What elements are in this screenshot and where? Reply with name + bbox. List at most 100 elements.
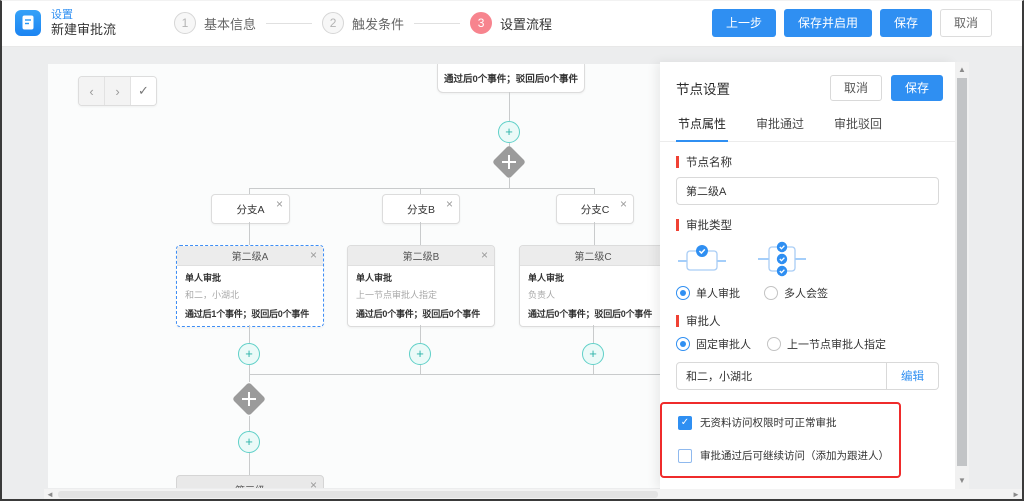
node-name-input[interactable]	[676, 177, 939, 205]
close-icon[interactable]: ×	[620, 198, 627, 210]
panel-body: 节点名称 审批类型	[660, 154, 955, 489]
header: 设置 新建审批流 1 基本信息 2 触发条件 3 设置流程 上一步 保存并启用 …	[2, 1, 1022, 45]
step-set-flow[interactable]: 3 设置流程	[470, 12, 552, 34]
edit-approver-button[interactable]: 编辑	[887, 362, 939, 390]
card-events: 通过后0个事件；驳回后0个事件	[528, 307, 658, 320]
tab-node-properties[interactable]: 节点属性	[676, 110, 728, 142]
close-icon[interactable]: ×	[310, 479, 317, 488]
approver-input[interactable]	[676, 362, 887, 390]
panel-tabs: 节点属性 审批通过 审批驳回	[660, 110, 955, 142]
branch-node-b[interactable]: 分支B ×	[382, 194, 460, 224]
step-number: 1	[174, 12, 196, 34]
scroll-up-icon[interactable]: ▲	[955, 63, 969, 77]
page-title: 新建审批流	[51, 23, 116, 37]
radio-icon	[676, 337, 690, 351]
add-branch-diamond-button[interactable]	[492, 145, 526, 179]
scrollbar-thumb[interactable]	[957, 78, 967, 466]
multi-countersign-icon[interactable]	[758, 241, 806, 277]
scroll-down-icon[interactable]: ▼	[955, 474, 969, 488]
card-header: 第二级C	[520, 246, 660, 266]
approve-type-label: 审批类型	[676, 217, 939, 233]
tab-approval-reject[interactable]: 审批驳回	[832, 110, 884, 141]
step-connector	[414, 23, 460, 24]
step-label: 基本信息	[204, 14, 256, 33]
connector-line	[249, 375, 250, 382]
checkbox-unchecked-icon	[678, 449, 692, 463]
card-events: 通过后1个事件；驳回后0个事件	[185, 307, 315, 320]
step-trigger-condition[interactable]: 2 触发条件	[322, 12, 404, 34]
panel-scrollbar[interactable]: ▲ ▼	[955, 62, 969, 489]
radio-previous-node-approver[interactable]: 上一节点审批人指定	[767, 336, 886, 352]
connector-line	[249, 222, 250, 245]
breadcrumb: 设置	[51, 9, 116, 21]
top-node-events[interactable]: 通过后0个事件；驳回后0个事件	[437, 64, 585, 93]
close-icon[interactable]: ×	[481, 249, 488, 261]
save-and-enable-button[interactable]: 保存并启用	[784, 9, 872, 37]
card-assignee: 负责人	[528, 288, 658, 301]
checkbox-no-access-approve[interactable]: ✓ 无资料访问权限时可正常审批	[678, 415, 889, 430]
scroll-right-icon[interactable]: ►	[1010, 489, 1022, 500]
connector-line	[509, 92, 510, 121]
radio-multi-countersign[interactable]: 多人会签	[764, 285, 828, 301]
add-node-button[interactable]: +	[409, 343, 431, 365]
main-area: ‹ › ✓ 通过后0个事件；驳回后0个事件 + 分支A ×	[2, 46, 1022, 499]
flow-canvas[interactable]: ‹ › ✓ 通过后0个事件；驳回后0个事件 + 分支A ×	[48, 64, 660, 488]
add-node-button[interactable]: +	[238, 431, 260, 453]
branch-label: 分支B	[407, 202, 435, 217]
stepper: 1 基本信息 2 触发条件 3 设置流程	[174, 12, 552, 34]
connector-line	[593, 325, 594, 343]
panel-save-button[interactable]: 保存	[891, 75, 943, 101]
required-marker	[676, 156, 679, 168]
branch-split-line	[249, 188, 595, 189]
scroll-left-icon[interactable]: ◄	[44, 489, 56, 500]
app-logo-icon	[15, 10, 41, 36]
validate-button[interactable]: ✓	[131, 77, 156, 105]
scrollbar-thumb[interactable]	[58, 491, 658, 498]
merge-line	[249, 374, 660, 375]
level3-node[interactable]: 第三级 ×	[176, 475, 324, 488]
card-title: 第二级A	[232, 248, 269, 263]
card-type: 单人审批	[356, 271, 486, 284]
card-title: 第二级C	[574, 248, 611, 263]
approver-options: 固定审批人 上一节点审批人指定	[676, 336, 939, 352]
card-assignee: 上一节点审批人指定	[356, 288, 486, 301]
cancel-button[interactable]: 取消	[940, 9, 992, 37]
add-node-button[interactable]: +	[582, 343, 604, 365]
close-icon[interactable]: ×	[276, 198, 283, 210]
approval-card-b[interactable]: 第二级B × 单人审批 上一节点审批人指定 通过后0个事件；驳回后0个事件	[347, 245, 495, 327]
step-number: 2	[322, 12, 344, 34]
branch-node-a[interactable]: 分支A ×	[211, 194, 290, 224]
panel-cancel-button[interactable]: 取消	[830, 75, 882, 101]
close-icon[interactable]: ×	[446, 198, 453, 210]
single-approval-icon[interactable]	[678, 241, 726, 277]
connector-line	[420, 325, 421, 343]
node-settings-panel: 节点设置 取消 保存 节点属性 审批通过 审批驳回 节点名称 审批类型	[660, 62, 955, 489]
panel-title: 节点设置	[676, 78, 830, 98]
card-body: 单人审批 负责人 通过后0个事件；驳回后0个事件	[520, 266, 660, 325]
canvas-toolbar: ‹ › ✓	[78, 76, 157, 106]
radio-fixed-approver[interactable]: 固定审批人	[676, 336, 751, 352]
checkbox-continue-access[interactable]: 审批通过后可继续访问（添加为跟进人）	[678, 448, 889, 463]
card-type: 单人审批	[185, 271, 315, 284]
approve-type-options: 单人审批 多人会签	[676, 285, 939, 301]
approval-card-a[interactable]: 第二级A × 单人审批 和二，小湖北 通过后1个事件；驳回后0个事件	[176, 245, 324, 327]
approve-type-icons	[678, 241, 939, 277]
undo-button[interactable]: ‹	[79, 77, 105, 105]
step-label: 触发条件	[352, 14, 404, 33]
radio-single-approval[interactable]: 单人审批	[676, 285, 740, 301]
approver-label: 审批人	[676, 313, 939, 329]
step-basic-info[interactable]: 1 基本信息	[174, 12, 256, 34]
prev-step-button[interactable]: 上一步	[712, 9, 776, 37]
add-node-button[interactable]: +	[498, 121, 520, 143]
required-marker	[676, 315, 679, 327]
add-branch-diamond-button[interactable]	[232, 382, 266, 416]
approval-card-c[interactable]: 第二级C 单人审批 负责人 通过后0个事件；驳回后0个事件	[519, 245, 660, 327]
redo-button[interactable]: ›	[105, 77, 131, 105]
add-node-button[interactable]: +	[238, 343, 260, 365]
save-button[interactable]: 保存	[880, 9, 932, 37]
canvas-horizontal-scrollbar[interactable]: ◄ ►	[44, 489, 1022, 500]
close-icon[interactable]: ×	[310, 249, 317, 261]
branch-node-c[interactable]: 分支C ×	[556, 194, 634, 224]
card-body: 单人审批 和二，小湖北 通过后1个事件；驳回后0个事件	[177, 266, 323, 325]
tab-approval-pass[interactable]: 审批通过	[754, 110, 806, 141]
